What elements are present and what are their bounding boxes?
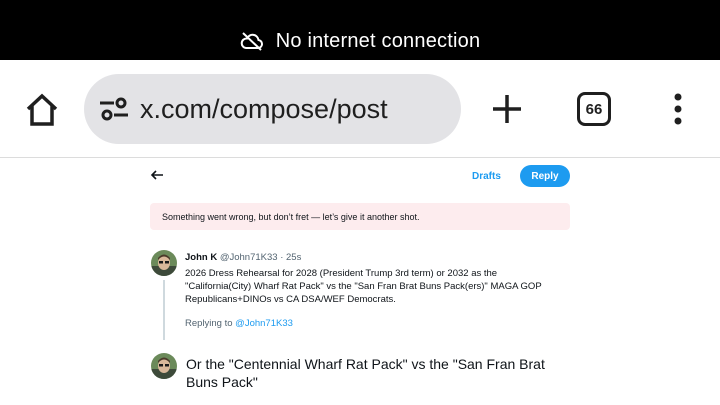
tweet-time: 25s	[286, 252, 302, 263]
plus-icon[interactable]	[490, 92, 524, 126]
thread-line	[163, 280, 165, 340]
replying-to: Replying to @John71K33	[185, 318, 293, 329]
compose-textarea[interactable]: Or the "Centennial Wharf Rat Pack" vs th…	[186, 355, 566, 391]
status-bar: No internet connection	[0, 0, 720, 60]
compose-page: Drafts Reply Something went wrong, but d…	[0, 159, 720, 405]
tweet-author-handle[interactable]: @John71K33	[220, 252, 278, 263]
tune-icon[interactable]	[98, 93, 130, 125]
avatar	[151, 353, 177, 379]
replying-to-handle[interactable]: @John71K33	[235, 318, 293, 329]
tab-switcher-button[interactable]: 66	[577, 92, 611, 126]
home-icon[interactable]	[22, 90, 62, 130]
cloud-off-icon	[240, 32, 263, 51]
reply-button[interactable]: Reply	[520, 165, 570, 187]
browser-toolbar: x.com/compose/post 66	[0, 60, 720, 158]
back-arrow-icon[interactable]	[149, 167, 165, 183]
status-text: No internet connection	[275, 29, 481, 52]
replying-to-prefix: Replying to	[185, 318, 236, 329]
avatar[interactable]	[151, 250, 177, 276]
drafts-button[interactable]: Drafts	[472, 171, 501, 182]
menu-dots-icon[interactable]	[668, 92, 688, 126]
error-banner: Something went wrong, but don’t fret — l…	[150, 203, 570, 230]
url-text[interactable]: x.com/compose/post	[140, 94, 388, 125]
tweet-author-name[interactable]: John K	[185, 252, 217, 263]
url-bar[interactable]: x.com/compose/post	[84, 74, 461, 144]
tweet-text: 2026 Dress Rehearsal for 2028 (President…	[185, 268, 542, 305]
original-tweet: John K @John71K33 · 25s 2026 Dress Rehea…	[185, 251, 565, 306]
